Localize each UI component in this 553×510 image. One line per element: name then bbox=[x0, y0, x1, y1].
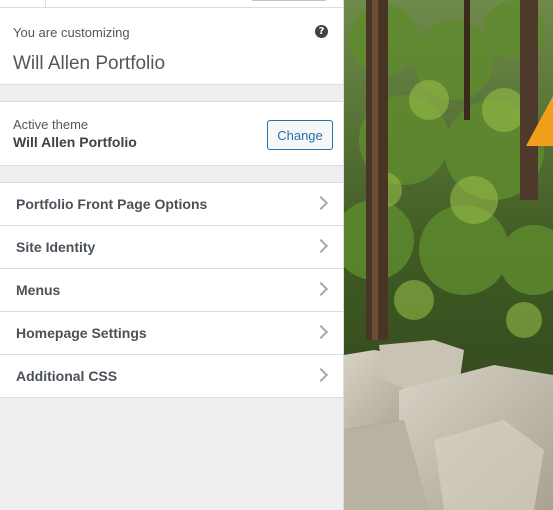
customizer-header-bar bbox=[0, 0, 343, 8]
change-theme-button[interactable]: Change bbox=[267, 120, 333, 150]
section-label: Portfolio Front Page Options bbox=[16, 196, 208, 212]
section-label: Menus bbox=[16, 282, 61, 298]
chevron-right-icon bbox=[313, 324, 329, 340]
help-icon[interactable]: ? bbox=[315, 25, 328, 38]
section-additional-css[interactable]: Additional CSS bbox=[0, 355, 343, 398]
active-theme-label: Active theme bbox=[13, 117, 89, 132]
customizer-sections-list: Portfolio Front Page Options Site Identi… bbox=[0, 182, 343, 398]
customizer-sidebar: You are customizing Will Allen Portfolio… bbox=[0, 0, 344, 510]
customizer-info-panel: You are customizing Will Allen Portfolio… bbox=[0, 8, 343, 85]
close-button-divider bbox=[45, 0, 46, 7]
active-theme-name: Will Allen Portfolio bbox=[13, 134, 137, 150]
section-menus[interactable]: Menus bbox=[0, 269, 343, 312]
section-label: Site Identity bbox=[16, 239, 96, 255]
chevron-right-icon bbox=[313, 238, 329, 254]
chevron-right-icon bbox=[313, 281, 329, 297]
section-site-identity[interactable]: Site Identity bbox=[0, 226, 343, 269]
section-label: Additional CSS bbox=[16, 368, 118, 384]
section-portfolio-front-page-options[interactable]: Portfolio Front Page Options bbox=[0, 183, 343, 226]
section-homepage-settings[interactable]: Homepage Settings bbox=[0, 312, 343, 355]
section-label: Homepage Settings bbox=[16, 325, 147, 341]
site-preview[interactable] bbox=[344, 0, 553, 510]
publish-button-edge[interactable] bbox=[252, 0, 326, 1]
active-theme-panel: Active theme Will Allen Portfolio Change bbox=[0, 101, 343, 166]
customizing-label: You are customizing bbox=[13, 25, 130, 40]
preview-background-image bbox=[344, 0, 553, 510]
site-title: Will Allen Portfolio bbox=[13, 53, 166, 74]
chevron-right-icon bbox=[313, 367, 329, 383]
chevron-right-icon bbox=[313, 195, 329, 211]
